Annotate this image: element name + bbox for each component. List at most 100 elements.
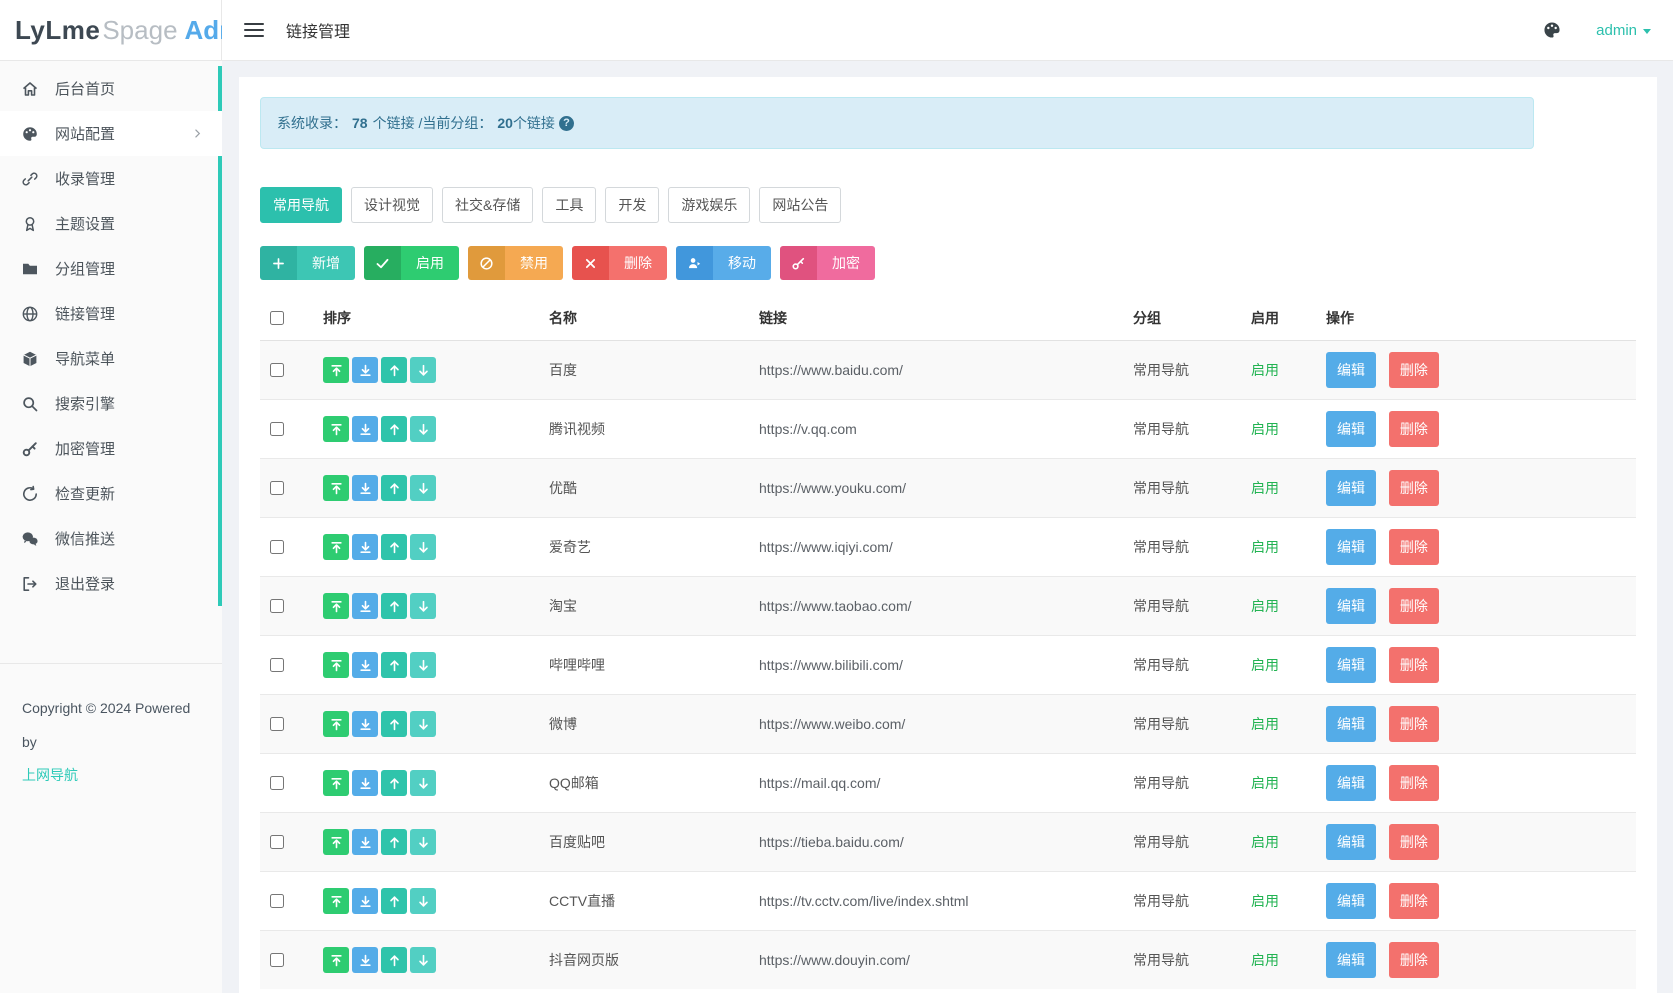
edit-button[interactable]: 编辑	[1326, 352, 1376, 388]
sidebar-item[interactable]: 网站配置	[0, 111, 222, 156]
arrow-to-top-button[interactable]	[323, 475, 349, 501]
toolbar-button[interactable]: 移动	[676, 246, 771, 280]
row-checkbox[interactable]	[270, 599, 284, 613]
delete-button[interactable]: 删除	[1389, 706, 1439, 742]
arrow-to-bottom-button[interactable]	[352, 416, 378, 442]
toolbar-button[interactable]: 启用	[364, 246, 459, 280]
sidebar-item[interactable]: 退出登录	[0, 561, 222, 606]
arrow-to-top-button[interactable]	[323, 357, 349, 383]
sidebar-item[interactable]: 搜索引擎	[0, 381, 222, 426]
arrow-to-bottom-button[interactable]	[352, 534, 378, 560]
arrow-to-bottom-button[interactable]	[352, 593, 378, 619]
arrow-to-bottom-button[interactable]	[352, 711, 378, 737]
arrow-up-button[interactable]	[381, 652, 407, 678]
arrow-to-bottom-button[interactable]	[352, 357, 378, 383]
arrow-down-button[interactable]	[410, 947, 436, 973]
arrow-to-bottom-button[interactable]	[352, 652, 378, 678]
arrow-up-button[interactable]	[381, 888, 407, 914]
select-all-checkbox[interactable]	[270, 311, 284, 325]
delete-button[interactable]: 删除	[1389, 470, 1439, 506]
delete-button[interactable]: 删除	[1389, 588, 1439, 624]
arrow-down-button[interactable]	[410, 829, 436, 855]
arrow-up-button[interactable]	[381, 593, 407, 619]
row-checkbox[interactable]	[270, 894, 284, 908]
category-tab[interactable]: 社交&存储	[442, 187, 533, 223]
arrow-to-bottom-button[interactable]	[352, 829, 378, 855]
arrow-down-button[interactable]	[410, 416, 436, 442]
row-checkbox[interactable]	[270, 422, 284, 436]
arrow-up-button[interactable]	[381, 534, 407, 560]
sidebar-item[interactable]: 收录管理	[0, 156, 222, 201]
toolbar-button[interactable]: 新增	[260, 246, 355, 280]
arrow-to-top-button[interactable]	[323, 947, 349, 973]
sidebar-item[interactable]: 导航菜单	[0, 336, 222, 381]
arrow-down-button[interactable]	[410, 888, 436, 914]
delete-button[interactable]: 删除	[1389, 529, 1439, 565]
delete-button[interactable]: 删除	[1389, 411, 1439, 447]
delete-button[interactable]: 删除	[1389, 824, 1439, 860]
arrow-up-button[interactable]	[381, 947, 407, 973]
arrow-to-top-button[interactable]	[323, 652, 349, 678]
sidebar-item[interactable]: 加密管理	[0, 426, 222, 471]
user-dropdown[interactable]: admin	[1596, 22, 1651, 39]
arrow-up-button[interactable]	[381, 711, 407, 737]
arrow-down-button[interactable]	[410, 475, 436, 501]
sidebar-item[interactable]: 后台首页	[0, 66, 222, 111]
edit-button[interactable]: 编辑	[1326, 470, 1376, 506]
arrow-down-button[interactable]	[410, 534, 436, 560]
arrow-to-bottom-button[interactable]	[352, 947, 378, 973]
copyright-link[interactable]: 上网导航	[22, 759, 200, 793]
delete-button[interactable]: 删除	[1389, 647, 1439, 683]
row-checkbox[interactable]	[270, 363, 284, 377]
arrow-to-top-button[interactable]	[323, 534, 349, 560]
row-checkbox[interactable]	[270, 658, 284, 672]
category-tab[interactable]: 设计视觉	[351, 187, 433, 223]
edit-button[interactable]: 编辑	[1326, 588, 1376, 624]
arrow-down-button[interactable]	[410, 652, 436, 678]
toolbar-button[interactable]: 禁用	[468, 246, 563, 280]
row-checkbox[interactable]	[270, 717, 284, 731]
delete-button[interactable]: 删除	[1389, 765, 1439, 801]
hamburger-menu-icon[interactable]	[244, 23, 264, 37]
sidebar-item[interactable]: 分组管理	[0, 246, 222, 291]
sidebar-item[interactable]: 主题设置	[0, 201, 222, 246]
arrow-to-top-button[interactable]	[323, 711, 349, 737]
arrow-to-top-button[interactable]	[323, 888, 349, 914]
arrow-to-bottom-button[interactable]	[352, 770, 378, 796]
arrow-to-bottom-button[interactable]	[352, 888, 378, 914]
question-icon[interactable]: ?	[559, 116, 574, 131]
category-tab[interactable]: 游戏娱乐	[668, 187, 750, 223]
arrow-down-button[interactable]	[410, 770, 436, 796]
edit-button[interactable]: 编辑	[1326, 411, 1376, 447]
sidebar-item[interactable]: 检查更新	[0, 471, 222, 516]
edit-button[interactable]: 编辑	[1326, 824, 1376, 860]
edit-button[interactable]: 编辑	[1326, 765, 1376, 801]
palette-icon[interactable]	[1542, 20, 1562, 40]
delete-button[interactable]: 删除	[1389, 942, 1439, 978]
toolbar-button[interactable]: 加密	[780, 246, 875, 280]
row-checkbox[interactable]	[270, 481, 284, 495]
arrow-down-button[interactable]	[410, 593, 436, 619]
arrow-to-top-button[interactable]	[323, 416, 349, 442]
row-checkbox[interactable]	[270, 835, 284, 849]
category-tab[interactable]: 网站公告	[759, 187, 841, 223]
arrow-to-top-button[interactable]	[323, 829, 349, 855]
arrow-up-button[interactable]	[381, 475, 407, 501]
arrow-up-button[interactable]	[381, 416, 407, 442]
arrow-up-button[interactable]	[381, 770, 407, 796]
edit-button[interactable]: 编辑	[1326, 647, 1376, 683]
arrow-to-bottom-button[interactable]	[352, 475, 378, 501]
edit-button[interactable]: 编辑	[1326, 942, 1376, 978]
row-checkbox[interactable]	[270, 953, 284, 967]
arrow-up-button[interactable]	[381, 357, 407, 383]
delete-button[interactable]: 删除	[1389, 883, 1439, 919]
category-tab[interactable]: 开发	[605, 187, 659, 223]
arrow-down-button[interactable]	[410, 357, 436, 383]
category-tab[interactable]: 常用导航	[260, 187, 342, 223]
row-checkbox[interactable]	[270, 776, 284, 790]
sidebar-item[interactable]: 微信推送	[0, 516, 222, 561]
category-tab[interactable]: 工具	[542, 187, 596, 223]
sidebar-item[interactable]: 链接管理	[0, 291, 222, 336]
toolbar-button[interactable]: 删除	[572, 246, 667, 280]
edit-button[interactable]: 编辑	[1326, 706, 1376, 742]
